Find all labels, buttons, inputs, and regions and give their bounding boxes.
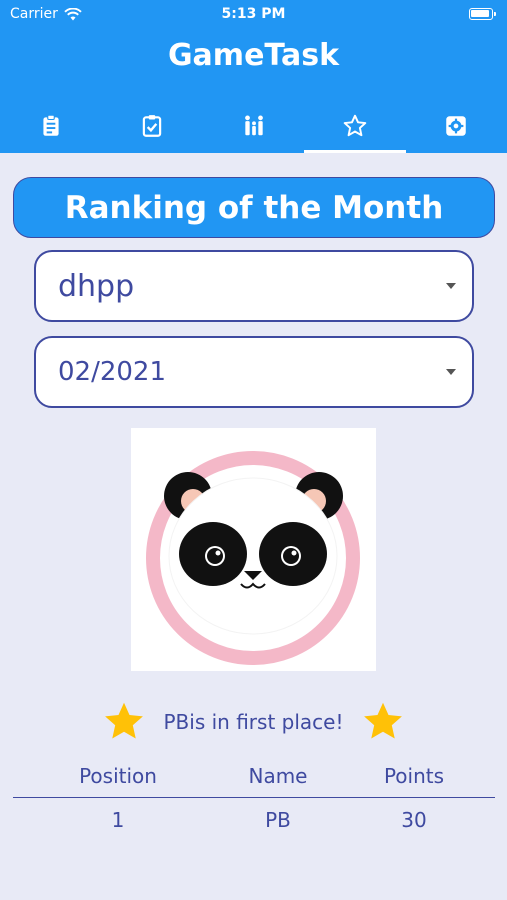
column-header-position: Position <box>79 764 157 788</box>
panda-avatar-icon <box>146 451 360 665</box>
cell-position: 1 <box>111 808 125 832</box>
tab-tasks[interactable] <box>0 98 101 153</box>
clock: 5:13 PM <box>221 6 286 22</box>
column-header-points: Points <box>383 764 445 788</box>
chevron-down-icon <box>446 369 456 375</box>
star-icon <box>343 114 367 136</box>
family-icon <box>244 114 263 135</box>
user-select[interactable]: dhpp <box>34 250 474 322</box>
cell-name: PB <box>265 808 291 832</box>
status-bar: Carrier 5:13 PM <box>0 0 507 28</box>
battery-icon <box>469 8 496 20</box>
app-header: Carrier 5:13 PM GameTask <box>0 0 507 153</box>
user-select-value: dhpp <box>58 268 135 304</box>
checked-clipboard-icon <box>142 114 162 137</box>
star-icon <box>104 702 143 739</box>
tab-ranking[interactable] <box>304 98 407 153</box>
winner-announcement: PBis in first place! <box>0 700 507 744</box>
month-select[interactable]: 02/2021 <box>34 336 474 408</box>
tab-completed[interactable] <box>101 98 202 153</box>
tab-bar <box>0 98 507 153</box>
winner-message: PBis in first place! <box>163 710 344 734</box>
ranking-title-banner: Ranking of the Month <box>13 177 495 238</box>
gear-icon <box>446 115 467 136</box>
app-title: GameTask <box>167 38 340 73</box>
tab-family[interactable] <box>203 98 304 153</box>
column-header-name: Name <box>248 764 308 788</box>
chevron-down-icon <box>446 283 456 289</box>
clipboard-icon <box>43 114 59 136</box>
month-select-value: 02/2021 <box>58 357 167 387</box>
ranking-table-header: Position Name Points <box>13 764 495 798</box>
cell-points: 30 <box>401 808 427 832</box>
winner-avatar <box>131 428 376 671</box>
tab-settings[interactable] <box>406 98 507 153</box>
table-row: 1 PB 30 <box>13 808 495 840</box>
star-icon <box>364 702 403 739</box>
